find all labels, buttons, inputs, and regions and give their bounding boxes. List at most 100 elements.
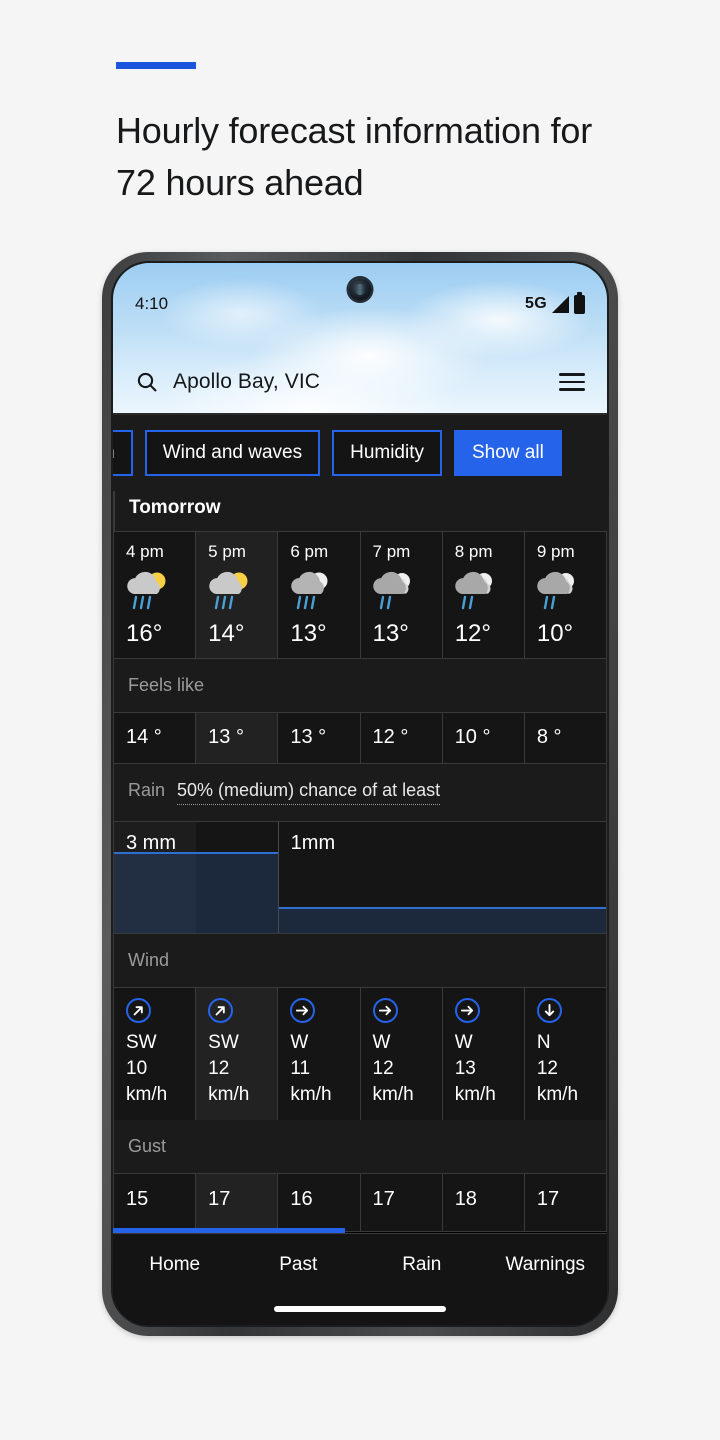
filter-chip-row[interactable]: rain Wind and waves Humidity Show all xyxy=(113,413,607,491)
chip-humidity[interactable]: Humidity xyxy=(332,429,442,476)
gust-cell: 15 xyxy=(113,1174,197,1231)
sun-cloud-rain-icon xyxy=(206,568,277,614)
day-label: Tomorrow xyxy=(113,491,607,531)
chip-wind-and-waves[interactable]: Wind and waves xyxy=(144,429,321,476)
feels-like-cell: 12 ° xyxy=(360,713,443,763)
wind-direction: N xyxy=(536,1032,551,1053)
search-bar[interactable]: Apollo Bay, VIC xyxy=(113,351,607,413)
gust-cell: 17 xyxy=(196,1174,279,1231)
sun-cloud-rain-icon xyxy=(124,568,195,614)
wind-unit: km/h xyxy=(454,1084,496,1105)
wind-cell: SW 10 km/h xyxy=(113,988,197,1120)
search-location-text[interactable]: Apollo Bay, VIC xyxy=(173,370,545,394)
wind-cell: W 11 km/h xyxy=(278,988,361,1120)
feels-like-cell: 13 ° xyxy=(196,713,279,763)
chip-rain[interactable]: rain xyxy=(113,429,133,476)
network-label: 5G xyxy=(525,295,547,312)
section-header-rain: Rain 50% (medium) chance of at least xyxy=(113,764,607,822)
search-icon xyxy=(135,370,159,394)
hour-cell[interactable]: 6 pm 13° xyxy=(278,532,361,658)
wind-speed: 12 xyxy=(536,1058,558,1079)
feels-like-cell: 10 ° xyxy=(442,713,525,763)
rain-block: 3 mm xyxy=(114,822,279,933)
section-header-wind: Wind xyxy=(113,934,607,988)
feels-like-cell: 8 ° xyxy=(524,713,607,763)
wind-unit: km/h xyxy=(536,1084,579,1105)
rain-chance-note: 50% (medium) chance of at least xyxy=(177,780,441,805)
section-label: Gust xyxy=(128,1136,167,1156)
hour-cell[interactable]: 8 pm 12° xyxy=(442,532,525,658)
wind-direction: W xyxy=(290,1032,309,1053)
status-time: 4:10 xyxy=(135,294,169,313)
hour-time: 7 pm xyxy=(372,542,411,561)
feels-like-cell: 13 ° xyxy=(278,713,361,763)
signal-bars-icon xyxy=(552,295,569,313)
wind-unit: km/h xyxy=(126,1084,168,1105)
hour-cell[interactable]: 9 pm 10° xyxy=(524,532,607,658)
wind-direction-arrow-icon xyxy=(290,998,316,1023)
feels-like-cell: 14 ° xyxy=(113,713,197,763)
wind-speed: 10 xyxy=(126,1058,148,1079)
wind-direction-arrow-icon xyxy=(126,998,151,1023)
gust-cell: 17 xyxy=(360,1174,443,1231)
wind-direction: SW xyxy=(208,1032,239,1053)
wind-cell: W 12 km/h xyxy=(360,988,443,1120)
hour-cell[interactable]: 4 pm 16° xyxy=(113,532,197,658)
wind-speed: 12 xyxy=(372,1058,394,1079)
phone-screen: 4:10 5G Apollo Bay, VIC Wind and waves H… xyxy=(111,261,609,1327)
moon-cloud-rain-icon xyxy=(371,568,442,614)
section-header-feels-like: Feels like xyxy=(113,659,607,713)
wind-unit: km/h xyxy=(208,1084,250,1105)
wind-speed: 12 xyxy=(208,1058,230,1079)
hour-time: 9 pm xyxy=(536,542,575,561)
nav-item-warnings[interactable]: Warnings xyxy=(484,1254,608,1276)
hour-cell[interactable]: 7 pm 13° xyxy=(360,532,443,658)
gust-cell: 17 xyxy=(524,1174,607,1231)
wind-speed: 11 xyxy=(290,1058,311,1079)
hour-cell[interactable]: 5 pm 14° xyxy=(196,532,279,658)
wind-speed: 13 xyxy=(454,1058,476,1079)
hour-time: 5 pm xyxy=(208,542,246,561)
hourly-forecast-row: 4 pm 16° 5 pm 14° 6 pm 13° 7 pm 13° 8 pm… xyxy=(113,531,607,659)
rain-amount-label: 1mm xyxy=(290,832,336,854)
hour-temp: 16° xyxy=(126,620,163,647)
hour-time: 8 pm xyxy=(454,542,493,561)
wind-direction-arrow-icon xyxy=(208,998,234,1023)
home-indicator[interactable] xyxy=(274,1306,446,1312)
moon-cloud-rain-icon xyxy=(288,568,359,614)
hour-temp: 13° xyxy=(372,620,409,647)
rain-block: 1mm xyxy=(278,822,606,933)
wind-direction: W xyxy=(454,1032,473,1053)
wind-cell: SW 12 km/h xyxy=(196,988,279,1120)
section-header-gust: Gust xyxy=(113,1120,607,1174)
chip-show-all[interactable]: Show all xyxy=(454,429,562,476)
hour-temp: 13° xyxy=(290,620,327,647)
sky-header: 4:10 5G Apollo Bay, VIC xyxy=(113,263,607,413)
wind-unit: km/h xyxy=(372,1084,414,1105)
accent-bar xyxy=(116,62,196,69)
hour-time: 6 pm xyxy=(290,542,329,561)
section-label: Wind xyxy=(128,950,170,970)
wind-direction: SW xyxy=(126,1032,157,1053)
hour-temp: 14° xyxy=(208,620,245,647)
page-title: Hourly forecast information for 72 hours… xyxy=(116,110,592,203)
battery-icon xyxy=(574,291,585,314)
status-bar: 4:10 5G xyxy=(113,291,607,317)
nav-item-home[interactable]: Home xyxy=(113,1254,237,1276)
gust-cell: 16 xyxy=(278,1174,361,1231)
wind-cell: W 13 km/h xyxy=(442,988,525,1120)
section-label: Feels like xyxy=(128,675,205,695)
hour-temp: 10° xyxy=(536,620,574,647)
rain-amount-label: 3 mm xyxy=(126,832,176,854)
nav-item-rain[interactable]: Rain xyxy=(360,1254,484,1276)
nav-item-past[interactable]: Past xyxy=(237,1254,361,1276)
hamburger-menu-icon[interactable] xyxy=(559,373,585,391)
section-label: Rain xyxy=(128,780,166,800)
gust-cell: 18 xyxy=(442,1174,525,1231)
wind-direction-arrow-icon xyxy=(536,998,562,1023)
feels-like-row: 14 ° 13 ° 13 ° 12 ° 10 ° 8 ° xyxy=(113,713,607,764)
app-content: rain Wind and waves Humidity Show all To… xyxy=(113,413,607,1325)
wind-row: SW 10 km/h SW 12 km/h W 11 km/h W 12 km/… xyxy=(113,988,607,1120)
rain-bar-chart: 3 mm 1mm xyxy=(113,822,607,934)
status-indicators: 5G xyxy=(525,291,585,314)
